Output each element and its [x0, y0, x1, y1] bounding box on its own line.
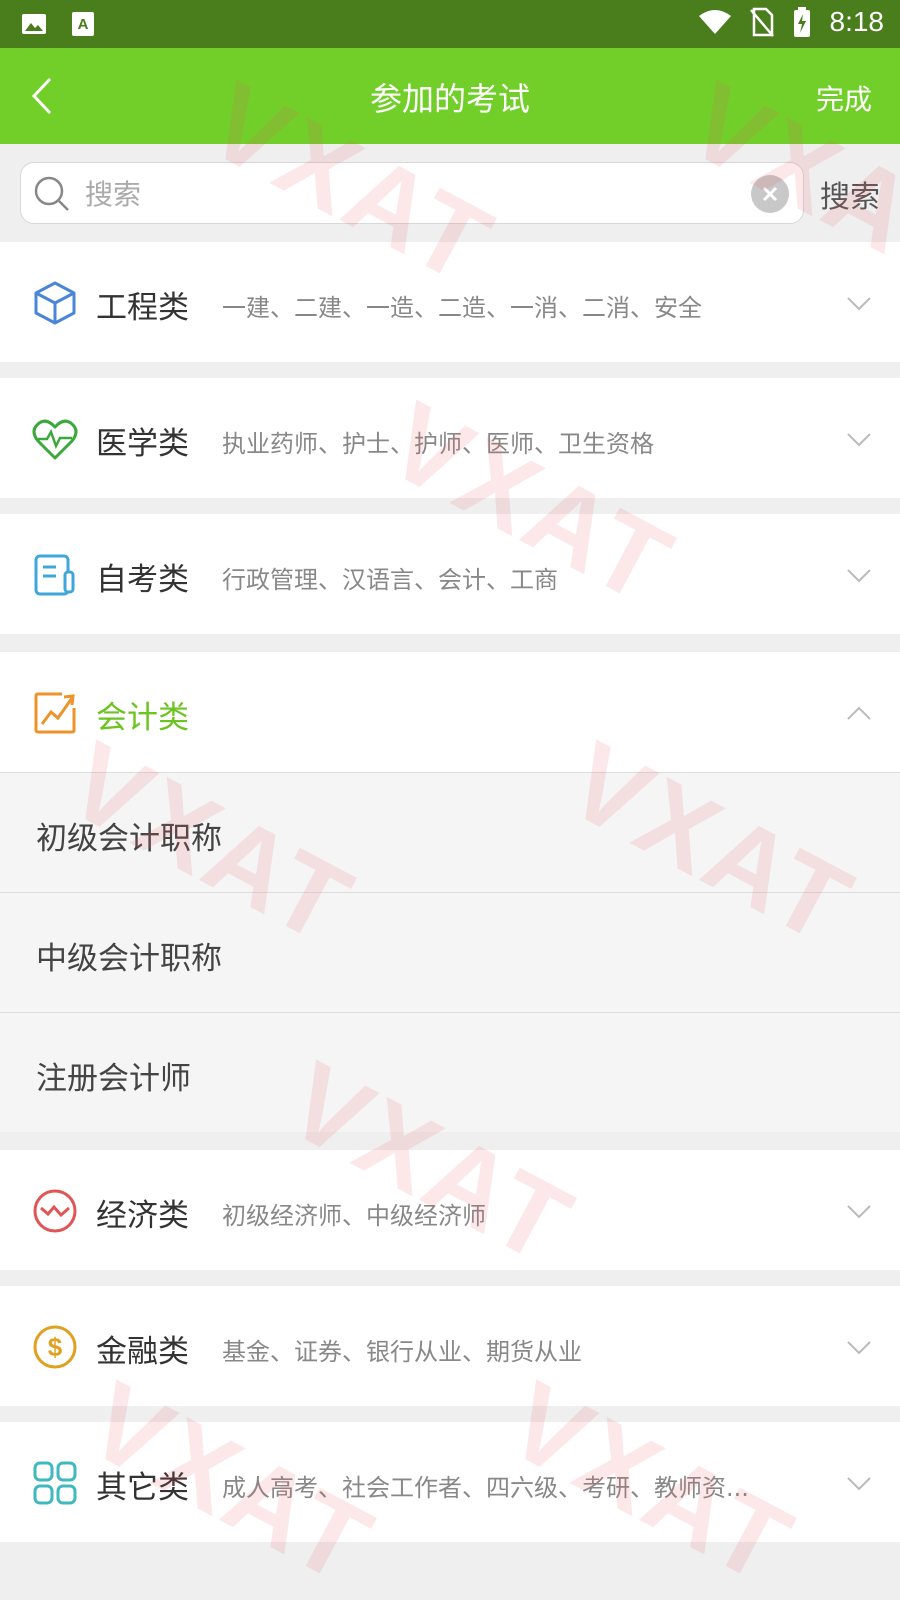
trend-chart-icon — [34, 692, 76, 734]
sub-item-junior-accountant[interactable]: 初级会计职称 — [0, 772, 900, 892]
search-button[interactable]: 搜索 — [820, 172, 880, 216]
category-self-study[interactable]: 自考类 行政管理、汉语言、会计、工商 — [0, 514, 900, 634]
category-name: 工程类 — [96, 290, 189, 326]
chevron-down-icon — [847, 1477, 871, 1491]
notebook-icon — [34, 554, 75, 596]
chevron-down-icon — [847, 569, 871, 583]
wave-circle-icon — [33, 1189, 77, 1233]
sub-item-intermediate-accountant[interactable]: 中级会计职称 — [0, 892, 900, 1012]
chevron-down-icon — [847, 433, 871, 447]
clear-button[interactable] — [751, 175, 789, 213]
category-finance[interactable]: $ 金融类 基金、证券、银行从业、期货从业 — [0, 1286, 900, 1406]
chevron-down-icon — [847, 1341, 871, 1355]
page-title: 参加的考试 — [369, 80, 530, 118]
grid-icon — [33, 1461, 77, 1505]
dollar-icon: $ — [33, 1325, 77, 1369]
search-input[interactable] — [85, 173, 725, 215]
category-desc: 一建、二建、一造、二造、一消、二消、安全 — [222, 294, 702, 322]
status-bar: A 8:18 — [0, 0, 900, 48]
app-bar: 参加的考试 完成 — [0, 48, 900, 144]
category-accounting[interactable]: 会计类 — [0, 652, 900, 772]
search-bar: 搜索 — [0, 144, 900, 242]
category-desc: 基金、证券、银行从业、期货从业 — [222, 1338, 582, 1366]
category-name: 医学类 — [96, 426, 189, 462]
category-desc: 执业药师、护士、护师、医师、卫生资格 — [222, 430, 654, 458]
category-desc: 行政管理、汉语言、会计、工商 — [222, 566, 558, 594]
search-icon — [34, 176, 69, 211]
keyboard-a-icon: A — [72, 12, 94, 36]
category-engineering[interactable]: 工程类 一建、二建、一造、二造、一消、二消、安全 — [0, 242, 900, 362]
search-box — [20, 162, 804, 224]
category-other[interactable]: 其它类 成人高考、社会工作者、四六级、考研、教师资... — [0, 1422, 900, 1542]
chevron-down-icon — [847, 297, 871, 311]
category-name: 其它类 — [96, 1470, 189, 1506]
category-name: 经济类 — [96, 1198, 189, 1234]
svg-text:$: $ — [48, 1332, 63, 1362]
wifi-icon — [698, 10, 731, 34]
category-desc: 成人高考、社会工作者、四六级、考研、教师资... — [222, 1474, 749, 1502]
chevron-down-icon — [847, 1205, 871, 1219]
category-economics[interactable]: 经济类 初级经济师、中级经济师 — [0, 1150, 900, 1270]
category-desc: 初级经济师、中级经济师 — [222, 1202, 486, 1230]
image-icon — [22, 14, 46, 34]
status-time: 8:18 — [829, 6, 885, 37]
sub-item-label: 中级会计职称 — [36, 941, 222, 977]
chevron-up-icon — [847, 706, 871, 720]
category-name: 金融类 — [96, 1334, 189, 1370]
category-name: 会计类 — [96, 700, 189, 736]
close-icon — [762, 186, 778, 202]
heartbeat-icon — [32, 419, 78, 460]
done-button[interactable]: 完成 — [816, 78, 872, 118]
cube-icon — [34, 281, 76, 325]
sub-item-label: 注册会计师 — [36, 1061, 191, 1097]
sub-item-cpa[interactable]: 注册会计师 — [0, 1012, 900, 1132]
battery-charging-icon — [793, 7, 810, 37]
svg-text:A: A — [78, 16, 89, 33]
category-medical[interactable]: 医学类 执业药师、护士、护师、医师、卫生资格 — [0, 378, 900, 498]
no-sim-icon — [749, 7, 774, 37]
category-name: 自考类 — [96, 562, 189, 598]
sub-item-label: 初级会计职称 — [36, 821, 222, 857]
